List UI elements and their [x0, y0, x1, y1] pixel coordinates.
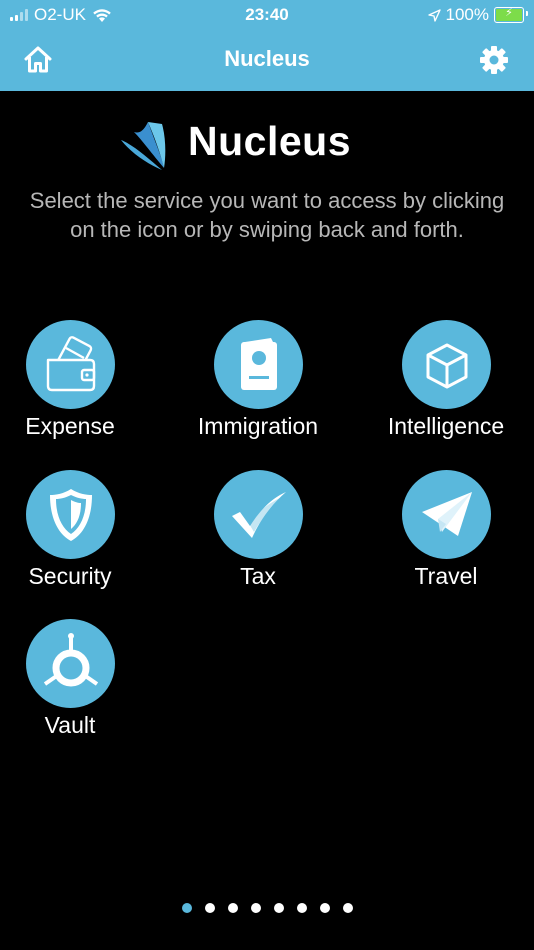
service-label: Travel	[414, 563, 478, 589]
page-dot[interactable]	[296, 903, 307, 913]
page-dot[interactable]	[181, 903, 192, 913]
wallet-icon	[46, 335, 95, 391]
nav-title: Nucleus	[224, 46, 310, 71]
page-dot[interactable]	[227, 903, 238, 913]
page-dot[interactable]	[342, 903, 353, 913]
nucleus-logo-icon	[121, 122, 166, 170]
page-dot[interactable]	[250, 903, 261, 913]
service-tile-tax[interactable]: Tax	[178, 470, 338, 600]
paper-plane-icon	[421, 491, 472, 536]
service-tile-intelligence[interactable]: Intelligence	[366, 320, 526, 450]
shield-icon	[49, 488, 92, 541]
page-dot[interactable]	[319, 903, 330, 913]
gear-icon	[480, 46, 508, 74]
service-label: Intelligence	[387, 413, 505, 439]
immigration-icon-circle	[214, 320, 303, 409]
intelligence-icon-circle	[402, 320, 491, 409]
service-tile-immigration[interactable]: Immigration	[178, 320, 338, 450]
battery-icon: ⚡	[494, 7, 528, 23]
vault-icon-circle	[26, 619, 115, 708]
page-dot[interactable]	[204, 903, 215, 913]
service-tile-travel[interactable]: Travel	[366, 470, 526, 600]
service-label: Tax	[240, 563, 276, 589]
passport-icon	[240, 337, 277, 390]
service-tile-security[interactable]: Security	[0, 470, 150, 600]
location-arrow-icon	[427, 8, 441, 22]
travel-icon-circle	[402, 470, 491, 559]
service-label: Expense	[25, 413, 115, 439]
tax-icon-circle	[214, 470, 303, 559]
battery-percent: 100%	[445, 5, 489, 24]
service-label: Security	[28, 563, 112, 589]
service-label: Vault	[44, 712, 96, 738]
brand-name: Nucleus	[188, 118, 351, 164]
page-dot[interactable]	[273, 903, 284, 913]
service-label: Immigration	[197, 413, 319, 439]
checkmark-icon	[231, 491, 286, 538]
service-tile-vault[interactable]: Vault	[0, 619, 150, 749]
service-tile-expense[interactable]: Expense	[0, 320, 150, 450]
expense-icon-circle	[26, 320, 115, 409]
cube-icon	[426, 343, 467, 388]
page-indicator	[0, 903, 534, 913]
status-right: 100% ⚡	[427, 5, 528, 25]
settings-button[interactable]	[478, 44, 510, 76]
vault-dial-icon	[43, 632, 98, 686]
instructions-text: Select the service you want to access by…	[29, 188, 505, 242]
top-bar: O2-UK 23:40 100% ⚡ Nucleus	[0, 0, 534, 91]
app-screen: O2-UK 23:40 100% ⚡ Nucleus Nucleus Selec…	[0, 0, 534, 950]
security-icon-circle	[26, 470, 115, 559]
brand-header: Nucleus	[118, 112, 418, 172]
status-bar: O2-UK 23:40 100% ⚡	[0, 0, 534, 32]
